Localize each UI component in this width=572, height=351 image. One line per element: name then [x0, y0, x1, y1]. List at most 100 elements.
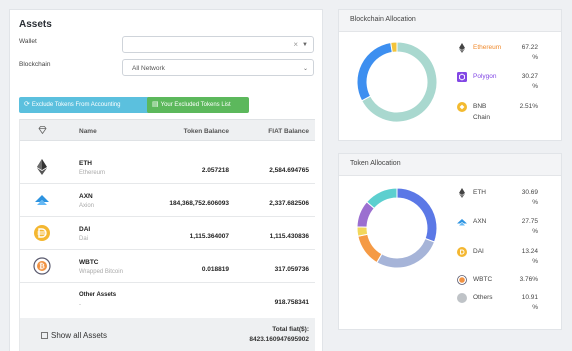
fiat-balance: 317.059736 — [274, 266, 309, 273]
show-all-checkbox[interactable]: Show all Assets — [41, 331, 107, 340]
legend-label: Ethereum — [473, 44, 502, 51]
token-balance: 2.057218 — [201, 167, 229, 174]
show-all-label: Show all Assets — [51, 331, 108, 340]
legend-percent: 3.76% — [519, 276, 538, 283]
legend-label: BNB — [473, 103, 487, 110]
token-slice-2[interactable] — [357, 233, 383, 264]
legend-percent-unit: % — [532, 83, 538, 90]
token-name: Ethereum — [79, 170, 106, 176]
refresh-icon: ⟳ — [24, 101, 30, 108]
legend-item-eth[interactable]: ETH 30.69 % — [457, 188, 561, 210]
token-symbol: Other Assets — [79, 292, 117, 298]
token-name: - — [79, 302, 81, 308]
bnb-icon — [457, 102, 467, 112]
legend-percent: 27.75 — [521, 218, 538, 225]
legend-label: DAI — [473, 248, 484, 255]
legend-percent: 13.24 — [521, 248, 538, 255]
legend-percent: 30.69 — [521, 189, 538, 196]
token-symbol: WBTC — [79, 259, 99, 266]
token-balance: 0.018819 — [201, 266, 229, 273]
clear-icon[interactable]: × — [293, 40, 298, 49]
table-row[interactable]: Other Assets - 918.758341 — [20, 283, 315, 318]
token-symbol: DAI — [79, 226, 91, 233]
legend-item-wbtc[interactable]: WBTC 3.76% — [457, 275, 561, 289]
legend-percent: 10.91 — [521, 294, 538, 301]
token-slice-3[interactable] — [356, 226, 369, 237]
token-balance: 184,368,752.606093 — [169, 200, 229, 207]
wallet-label: Wallet — [19, 38, 37, 45]
blockchain-label: Blockchain — [19, 61, 51, 68]
polygon-icon — [457, 72, 467, 82]
legend-item-others[interactable]: Others 10.91 % — [457, 293, 561, 315]
token-name: Wrapped Bitcoin — [79, 269, 123, 275]
ethereum-icon — [457, 43, 467, 53]
legend-percent: 30.27 — [521, 73, 538, 80]
legend-item-polygon[interactable]: Polygon 30.27 % — [457, 72, 561, 94]
dai-icon — [33, 224, 51, 242]
legend-percent-unit: % — [532, 54, 538, 61]
token-slice-0[interactable] — [396, 187, 438, 243]
blockchain-allocation-title: Blockchain Allocation — [350, 16, 416, 23]
blockchain-allocation-panel: Blockchain Allocation Ethereum 67.22 % P… — [338, 9, 562, 141]
wbtc-icon — [457, 275, 467, 285]
axion-icon — [33, 191, 51, 209]
token-donut-chart[interactable] — [354, 185, 440, 271]
dai-icon — [457, 247, 467, 257]
legend-label: AXN — [473, 218, 487, 225]
fiat-balance: 918.758341 — [274, 299, 309, 306]
blockchain-slice-1[interactable] — [356, 41, 393, 102]
svg-text:₿: ₿ — [39, 263, 45, 271]
axion-icon — [457, 217, 467, 227]
panel-header: Blockchain Allocation — [339, 10, 561, 32]
assets-title: Assets — [19, 19, 52, 30]
blockchain-value: All Network — [132, 65, 165, 72]
checkbox-box[interactable] — [41, 332, 48, 339]
legend-label: Polygon — [473, 73, 497, 80]
table-header: Name Token Balance FIAT Balance — [20, 119, 315, 141]
fiat-balance: 2,337.682506 — [269, 200, 309, 207]
token-symbol: AXN — [79, 193, 93, 200]
blockchain-select[interactable]: All Network ⌄ — [122, 59, 314, 76]
table-row[interactable]: ETH Ethereum 2.057218 2,584.694765 — [20, 151, 315, 184]
blockchain-slice-2[interactable] — [390, 41, 398, 53]
legend-percent-unit: % — [532, 258, 538, 265]
token-slice-1[interactable] — [376, 237, 436, 269]
legend-item-bnb[interactable]: BNB Chain 2.51% — [457, 102, 561, 126]
fiat-balance: 1,115.430836 — [269, 233, 309, 240]
legend-percent: 2.51% — [519, 103, 538, 110]
ethereum-icon — [33, 158, 51, 176]
token-allocation-panel: Token Allocation ETH 30.69 % AXN 27.75 %… — [338, 153, 562, 330]
token-name: Dai — [79, 236, 89, 242]
excluded-list-label: Your Excluded Tokens List — [160, 102, 231, 108]
token-allocation-title: Token Allocation — [350, 160, 401, 167]
table-row[interactable]: DAI Dai 1,115.364007 1,115.430836 — [20, 217, 315, 250]
list-icon: ▤ — [152, 101, 159, 108]
table-row[interactable]: ₿ WBTC Wrapped Bitcoin 0.018819 317.0597… — [20, 250, 315, 283]
col-name: Name — [79, 128, 97, 135]
legend-percent-unit: % — [532, 199, 538, 206]
wbtc-icon: ₿ — [33, 257, 51, 275]
chevron-down-icon[interactable]: ▼ — [302, 42, 308, 48]
ethereum-icon — [457, 188, 467, 198]
exclude-tokens-button[interactable]: ⟳ Exclude Tokens From Accounting — [19, 97, 151, 113]
excluded-list-button[interactable]: ▤ Your Excluded Tokens List — [147, 97, 249, 113]
legend-percent: 67.22 — [521, 44, 538, 51]
table-row[interactable]: AXN Axion 184,368,752.606093 2,337.68250… — [20, 184, 315, 217]
legend-label: WBTC — [473, 276, 493, 283]
legend-label: ETH — [473, 189, 486, 196]
wallet-select[interactable]: × ▼ — [122, 36, 314, 53]
legend-label: Others — [473, 294, 493, 301]
token-name: Axion — [79, 203, 95, 209]
exclude-tokens-label: Exclude Tokens From Accounting — [31, 102, 121, 108]
legend-item-axn[interactable]: AXN 27.75 % — [457, 217, 561, 239]
token-slice-5[interactable] — [366, 187, 398, 210]
token-balance: 1,115.364007 — [189, 233, 229, 240]
legend-item-dai[interactable]: DAI 13.24 % — [457, 247, 561, 269]
blockchain-donut-chart[interactable] — [354, 39, 440, 125]
legend-item-ethereum[interactable]: Ethereum 67.22 % — [457, 43, 561, 65]
chevron-down-icon[interactable]: ⌄ — [303, 65, 308, 72]
legend-percent-unit: % — [532, 304, 538, 311]
panel-header: Token Allocation — [339, 154, 561, 176]
total-value: 8423.160947695902 — [249, 336, 309, 343]
gem-icon — [38, 126, 47, 136]
